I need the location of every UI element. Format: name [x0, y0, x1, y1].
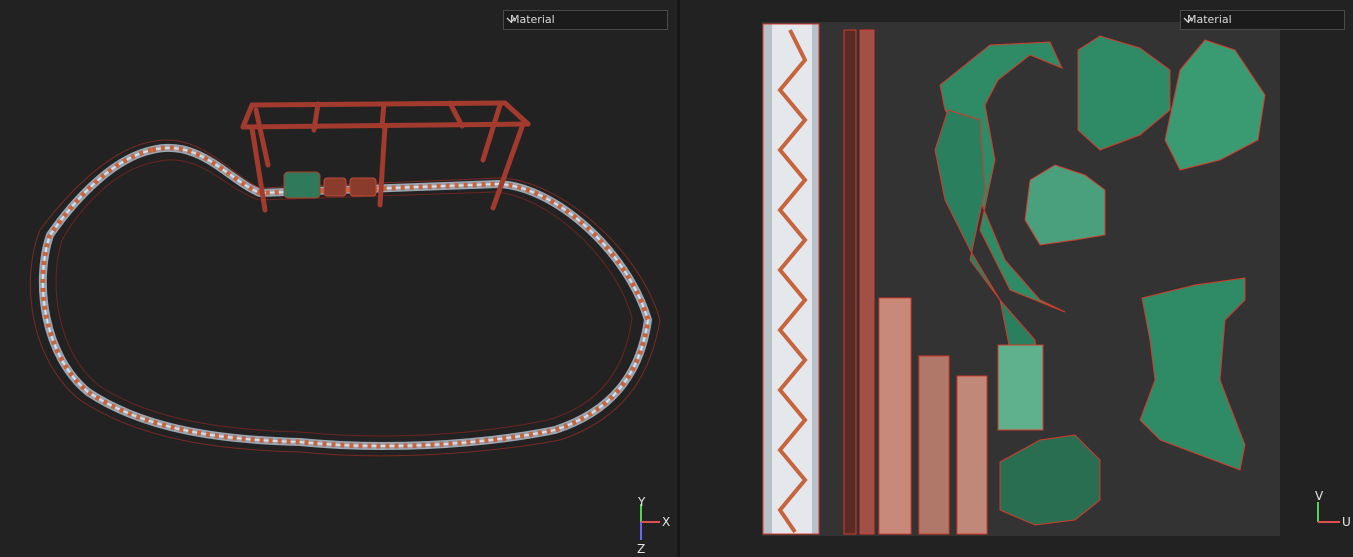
uv-editor[interactable]: V U Material	[680, 0, 1353, 557]
uv-island-rail-strip	[762, 23, 820, 535]
axis-u-label: U	[1342, 515, 1351, 529]
material-dropdown[interactable]: Material	[503, 10, 668, 30]
axis-z-label: Z	[637, 542, 645, 556]
axis-v-label: V	[1315, 489, 1324, 503]
axis-gizmo: Y X Z	[637, 495, 670, 556]
uv-canvas[interactable]: V U	[680, 0, 1353, 557]
viewport-canvas[interactable]: Y X Z	[0, 0, 677, 557]
coaster-train	[283, 171, 377, 199]
chevron-down-icon	[1183, 17, 1193, 23]
3d-viewport[interactable]: Y X Z Material	[0, 0, 677, 557]
uv-material-dropdown[interactable]: Material	[1180, 10, 1345, 30]
axis-y-label: Y	[637, 495, 646, 509]
uv-axis-gizmo: V U	[1315, 489, 1351, 529]
axis-x-label: X	[662, 515, 670, 529]
chevron-down-icon	[506, 17, 516, 23]
